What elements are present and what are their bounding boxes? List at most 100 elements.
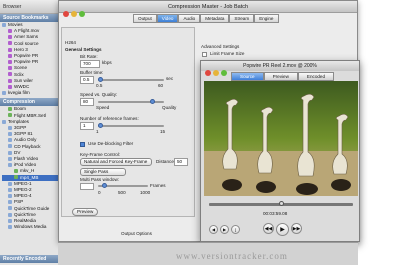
buffer-min-label: 0.5	[96, 83, 103, 88]
folder-icon	[2, 22, 6, 27]
transport-controls: ◀ ▶ [	[209, 225, 240, 234]
frames-label: Frames	[150, 183, 166, 188]
distance-field[interactable]: 50	[174, 158, 188, 166]
tab-video[interactable]: Video	[156, 14, 179, 23]
preset-icon	[14, 175, 18, 180]
tab-output[interactable]: Output	[133, 14, 157, 23]
zoom-button[interactable]	[221, 70, 227, 76]
multipass-label: Multi Pass window:	[80, 177, 120, 182]
reference-frames-field[interactable]: 1	[80, 122, 94, 130]
folder-icon	[8, 206, 12, 211]
tab-engine[interactable]: Engine	[254, 14, 279, 23]
playhead[interactable]	[279, 201, 284, 206]
folder-icon	[2, 119, 6, 124]
step-back-icon[interactable]: ◀	[209, 225, 218, 234]
preview-window: Popwire PR Reel 2.mov @ 200% Source Prev…	[200, 60, 360, 242]
distance-label: Distance:	[156, 159, 176, 164]
limit-frame-size-checkbox[interactable]	[202, 52, 207, 57]
buffer-time-unit: sec	[166, 76, 174, 81]
folder-icon	[8, 212, 12, 217]
multipass-tick-0: 0	[98, 190, 101, 195]
keyframe-control-popup[interactable]: Natural and Forced Key-Frame	[80, 158, 152, 166]
folder-icon	[8, 194, 12, 199]
segment-preview[interactable]: Preview	[263, 72, 298, 81]
folder-icon	[8, 132, 12, 137]
folder-icon	[8, 144, 12, 149]
output-options-label: Output Options	[121, 231, 152, 236]
slider-knob[interactable]	[102, 183, 107, 188]
folder-icon	[8, 150, 12, 155]
ref-min-label: 1	[96, 129, 99, 134]
buffer-time-slider[interactable]	[98, 77, 164, 82]
speed-quality-slider[interactable]	[98, 99, 164, 104]
preset-icon	[8, 113, 12, 118]
codec-item[interactable]: H264	[65, 40, 76, 45]
settings-tabs: Output Video Audio Metadata Stream Engin…	[133, 14, 279, 23]
folder-icon	[8, 218, 12, 223]
movie-icon	[8, 60, 12, 64]
folder-icon	[8, 181, 12, 186]
multipass-tick-1000: 1000	[140, 190, 151, 195]
tab-stream[interactable]: Stream	[229, 14, 255, 23]
multipass-slider[interactable]	[98, 183, 148, 188]
step-forward-icon[interactable]: ▶	[220, 225, 229, 234]
video-frame-image	[204, 81, 358, 196]
preview-button[interactable]: Preview	[72, 208, 99, 216]
tab-metadata[interactable]: Metadata	[200, 14, 230, 23]
movie-icon	[8, 72, 12, 77]
slider-knob[interactable]	[150, 99, 155, 104]
preview-mode-segment: Source Preview Encoded	[231, 72, 335, 81]
play-icon[interactable]: ▶	[276, 223, 289, 236]
movie-icon	[8, 66, 12, 71]
slider-knob[interactable]	[98, 123, 103, 128]
limit-frame-size-label: Limit Frame Size	[210, 51, 245, 56]
bit-rate-label: Bit Rate:	[80, 54, 98, 59]
zoom-button[interactable]	[79, 11, 85, 17]
pass-popup[interactable]: Single Pass	[80, 168, 126, 176]
multipass-field[interactable]	[80, 183, 94, 190]
bit-rate-field[interactable]: 700	[80, 60, 100, 68]
movie-icon	[8, 84, 12, 89]
movie-icon	[8, 47, 12, 52]
close-button[interactable]	[205, 70, 211, 76]
buffer-time-label: Buffer time:	[80, 70, 104, 75]
in-point-icon[interactable]: [	[231, 225, 240, 234]
quality-label: Quality	[162, 105, 177, 110]
close-button[interactable]	[63, 11, 69, 17]
general-settings-heading: General Settings	[65, 47, 102, 52]
segment-source[interactable]: Source	[231, 72, 264, 81]
folder-icon	[8, 187, 12, 192]
window-title: Compression Master - Job Batch	[59, 1, 357, 13]
reference-frames-slider[interactable]	[98, 123, 164, 128]
tab-audio[interactable]: Audio	[178, 14, 201, 23]
advanced-settings-heading: Advanced Settings	[201, 44, 240, 49]
rewind-icon[interactable]: ◀◀	[263, 223, 274, 234]
codec-list-panel: H264 General Settings Bit Rate: 700 kbps…	[61, 27, 195, 217]
folder-icon	[2, 91, 6, 96]
buffer-time-field[interactable]: 0.5	[80, 76, 94, 84]
movie-icon	[8, 35, 12, 40]
movie-icon	[8, 28, 12, 33]
preset-icon	[8, 107, 12, 112]
preset-icon	[14, 169, 18, 174]
movie-icon	[8, 78, 12, 83]
ref-max-label: 15	[160, 129, 166, 134]
folder-icon	[8, 200, 12, 205]
timeline-scrubber[interactable]	[209, 201, 353, 206]
timecode: 00:03:59.08	[263, 211, 288, 216]
bit-rate-unit: kbps	[102, 60, 112, 65]
segment-encoded[interactable]: Encoded	[297, 72, 335, 81]
buffer-max-label: 60	[158, 83, 164, 88]
speed-quality-field[interactable]: 80	[80, 98, 94, 106]
movie-icon	[8, 41, 12, 46]
folder-icon	[8, 125, 12, 130]
slider-knob[interactable]	[98, 77, 103, 82]
minimize-button[interactable]	[213, 70, 219, 76]
footer-strip: www.versiontracker.com	[58, 242, 358, 265]
movie-icon	[8, 53, 12, 58]
deblocking-checkbox[interactable]	[80, 142, 85, 147]
fast-forward-icon[interactable]: ▶▶	[291, 223, 302, 234]
reference-frames-label: Number of reference frames:	[80, 116, 139, 121]
minimize-button[interactable]	[71, 11, 77, 17]
speed-quality-label: Speed vs. Quality:	[80, 92, 118, 97]
